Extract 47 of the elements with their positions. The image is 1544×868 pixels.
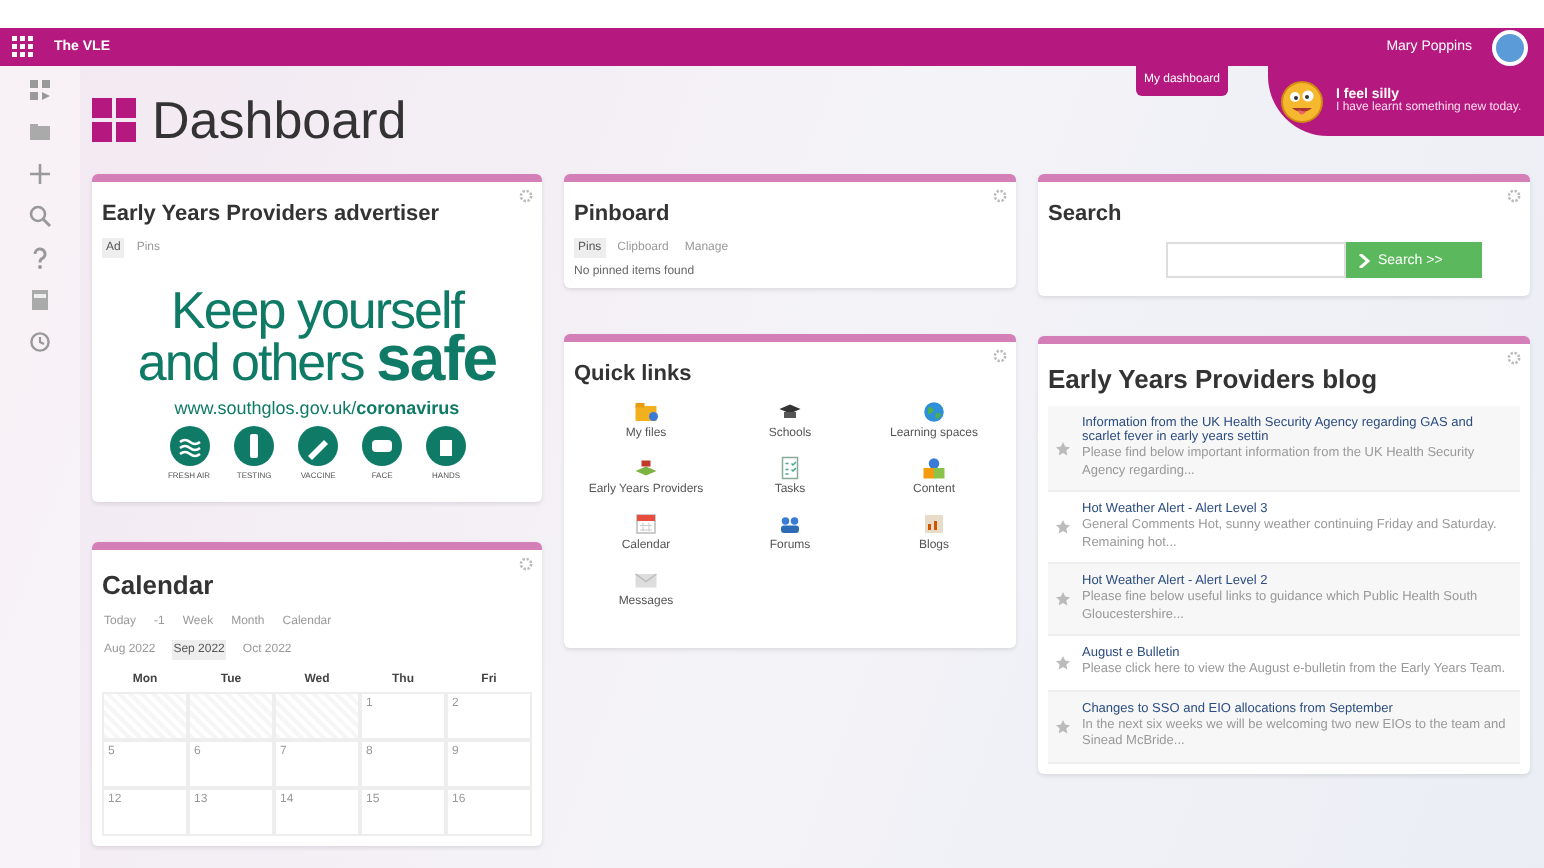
help-icon[interactable] (28, 246, 52, 270)
search-icon[interactable] (28, 204, 52, 228)
shapes-icon (922, 456, 946, 480)
star-icon[interactable] (1056, 441, 1070, 455)
badge-icon (234, 426, 275, 466)
folder-icon[interactable] (28, 120, 52, 144)
card-title: Early Years Providers blog (1048, 364, 1380, 394)
apps-grid-icon[interactable] (12, 36, 34, 58)
settings-icon[interactable] (1506, 350, 1522, 366)
star-icon[interactable] (1056, 719, 1070, 733)
settings-icon[interactable] (1506, 188, 1522, 204)
avatar[interactable] (1492, 29, 1528, 65)
search-field[interactable] (1166, 242, 1346, 278)
chevron-icon (1358, 253, 1370, 267)
card-title: Quick links (574, 362, 694, 386)
envelope-icon (634, 568, 658, 592)
history-icon[interactable] (28, 330, 52, 354)
box-icon[interactable] (28, 288, 52, 312)
card-title: Search (1048, 202, 1124, 226)
ad-url: www.southglos.gov.uk/coronavirus (174, 398, 460, 418)
silly-face-icon (1280, 79, 1324, 123)
settings-icon[interactable] (518, 188, 534, 204)
settings-icon[interactable] (992, 348, 1008, 364)
badge-icon (362, 426, 403, 466)
settings-icon[interactable] (518, 556, 534, 572)
card-title: Early Years Providers advertiser (102, 202, 442, 226)
star-icon[interactable] (1056, 592, 1070, 606)
badge-icon (169, 426, 209, 466)
star-icon[interactable] (1056, 520, 1070, 534)
card-title: Pinboard (574, 202, 672, 226)
folder-icon (634, 400, 658, 424)
page-title: Dashboard (152, 89, 407, 151)
grid-icon[interactable] (28, 78, 52, 102)
calendar-icon (634, 512, 658, 536)
mortarboard-icon (778, 400, 802, 424)
badge-icon (298, 426, 339, 466)
card-title: Calendar (102, 570, 216, 600)
plus-icon[interactable] (28, 162, 52, 186)
ad-headline: Keep yourself (171, 286, 463, 334)
people-icon (778, 512, 802, 536)
dashboard-logo-icon (92, 98, 136, 142)
settings-icon[interactable] (992, 188, 1008, 204)
checklist-icon (778, 456, 802, 480)
badge-icon (426, 426, 467, 466)
chart-icon (922, 512, 946, 536)
star-icon[interactable] (1056, 655, 1070, 670)
globe-icon (922, 400, 946, 424)
